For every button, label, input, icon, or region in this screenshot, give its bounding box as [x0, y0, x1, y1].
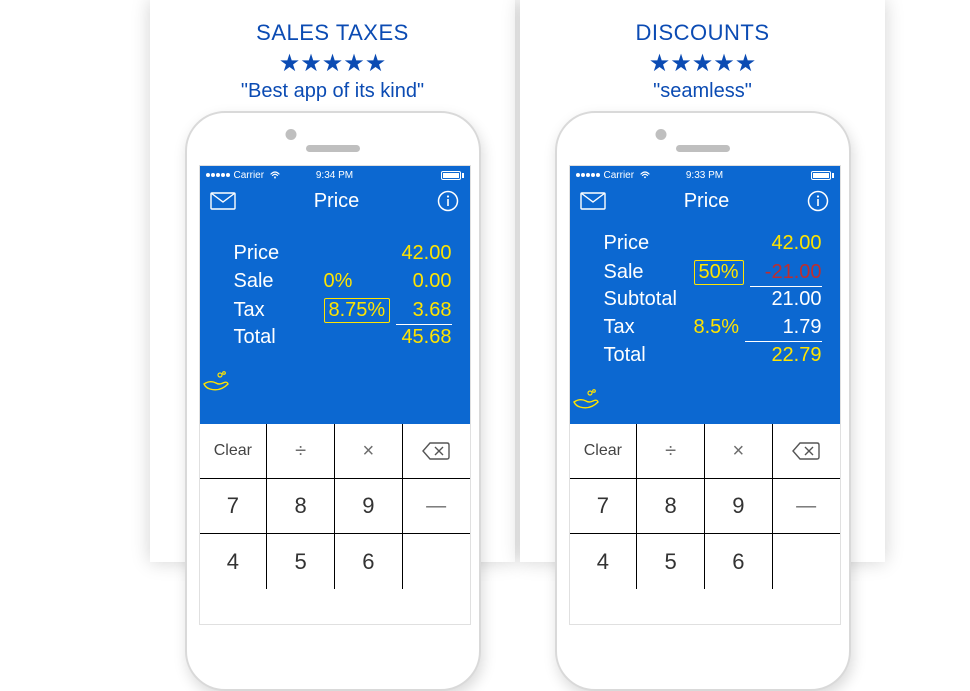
phone-screen: Carrier 9:34 PM Price [199, 165, 471, 625]
status-bar: Carrier 9:33 PM [570, 166, 840, 184]
status-time: 9:33 PM [570, 170, 840, 181]
info-icon[interactable] [807, 190, 829, 212]
label-sale: Sale [604, 261, 694, 284]
backspace-icon [792, 442, 820, 460]
row-tax: Tax 8.5% 1.79 [604, 316, 822, 344]
label-price: Price [604, 232, 694, 255]
row-total: Total 45.68 [234, 326, 452, 354]
backspace-icon [422, 442, 450, 460]
rating-stars: ★★★★★ [150, 52, 515, 76]
key-clear[interactable]: Clear [200, 424, 268, 479]
app-header-area: Carrier 9:33 PM Price [570, 166, 840, 424]
value-price[interactable]: 42.00 [694, 232, 822, 255]
phone-camera-dot [655, 129, 666, 140]
key-multiply[interactable]: × [335, 424, 403, 479]
key-8[interactable]: 8 [267, 479, 335, 534]
key-7[interactable]: 7 [200, 479, 268, 534]
phone-speaker-slot [306, 145, 360, 152]
value-tax: 1.79 [745, 316, 821, 342]
promo-quote: "Best app of its kind" [150, 80, 515, 103]
phone-screen: Carrier 9:33 PM Price [569, 165, 841, 625]
status-bar: Carrier 9:34 PM [200, 166, 470, 184]
key-backspace[interactable] [773, 424, 840, 479]
mail-icon[interactable] [210, 192, 236, 210]
row-total: Total 22.79 [604, 344, 822, 372]
nav-title: Price [684, 190, 730, 213]
tip-hand-icon[interactable] [570, 380, 840, 420]
label-price: Price [234, 242, 324, 265]
battery-icon [811, 171, 834, 180]
status-time: 9:34 PM [200, 170, 470, 181]
phone-camera-dot [285, 129, 296, 140]
calculation-block: Price 42.00 Sale 0% 0.00 Tax 8.75% 3.68 [200, 218, 470, 362]
battery-icon [441, 171, 464, 180]
rating-stars: ★★★★★ [520, 52, 885, 76]
label-total: Total [604, 344, 694, 367]
phone-device: Carrier 9:34 PM Price [185, 111, 481, 691]
value-subtotal: 21.00 [694, 288, 822, 311]
key-backspace[interactable] [403, 424, 470, 479]
keypad: Clear ÷ × 7 8 9 — 4 [570, 424, 840, 624]
row-tax: Tax 8.75% 3.68 [234, 298, 452, 326]
key-multiply[interactable]: × [705, 424, 773, 479]
label-sale: Sale [234, 270, 324, 293]
screenshot-panel-taxes: SALES TAXES ★★★★★ "Best app of its kind"… [150, 0, 515, 562]
pct-sale[interactable]: 50% [694, 260, 744, 285]
key-minus[interactable]: — [403, 479, 470, 534]
value-total: 22.79 [694, 344, 822, 367]
promo-headline: SALES TAXES [150, 20, 515, 46]
label-tax: Tax [234, 299, 324, 322]
promo-block: DISCOUNTS ★★★★★ "seamless" [520, 0, 885, 103]
phone-device: Carrier 9:33 PM Price [555, 111, 851, 691]
row-price: Price 42.00 [604, 232, 822, 260]
promo-headline: DISCOUNTS [520, 20, 885, 46]
label-total: Total [234, 326, 324, 349]
key-8[interactable]: 8 [637, 479, 705, 534]
info-icon[interactable] [437, 190, 459, 212]
key-9[interactable]: 9 [335, 479, 403, 534]
row-subtotal: Subtotal 21.00 [604, 288, 822, 316]
row-price: Price 42.00 [234, 242, 452, 270]
screenshot-panel-discounts: DISCOUNTS ★★★★★ "seamless" Carrier [520, 0, 885, 562]
promo-quote: "seamless" [520, 80, 885, 103]
row-sale: Sale 50% -21.00 [604, 260, 822, 288]
key-9[interactable]: 9 [705, 479, 773, 534]
value-total: 45.68 [324, 326, 452, 349]
pct-tax[interactable]: 8.75% [324, 298, 391, 323]
pct-tax[interactable]: 8.5% [694, 316, 740, 339]
phone-speaker-slot [676, 145, 730, 152]
value-sale: 0.00 [358, 270, 451, 293]
mail-icon[interactable] [580, 192, 606, 210]
label-subtotal: Subtotal [604, 288, 694, 311]
calculation-block: Price 42.00 Sale 50% -21.00 Subtotal 21.… [570, 218, 840, 380]
key-divide[interactable]: ÷ [267, 424, 335, 479]
nav-bar: Price [570, 184, 840, 218]
keypad: Clear ÷ × 7 8 9 — 4 [200, 424, 470, 624]
key-clear[interactable]: Clear [570, 424, 638, 479]
app-header-area: Carrier 9:34 PM Price [200, 166, 470, 424]
nav-bar: Price [200, 184, 470, 218]
value-sale: -21.00 [750, 261, 822, 287]
promo-block: SALES TAXES ★★★★★ "Best app of its kind" [150, 0, 515, 103]
row-sale: Sale 0% 0.00 [234, 270, 452, 298]
label-tax: Tax [604, 316, 694, 339]
nav-title: Price [314, 190, 360, 213]
tip-hand-icon[interactable] [200, 362, 470, 402]
pct-sale[interactable]: 0% [324, 270, 353, 293]
key-minus[interactable]: — [773, 479, 840, 534]
key-7[interactable]: 7 [570, 479, 638, 534]
value-price[interactable]: 42.00 [324, 242, 452, 265]
value-tax: 3.68 [396, 299, 451, 325]
key-divide[interactable]: ÷ [637, 424, 705, 479]
